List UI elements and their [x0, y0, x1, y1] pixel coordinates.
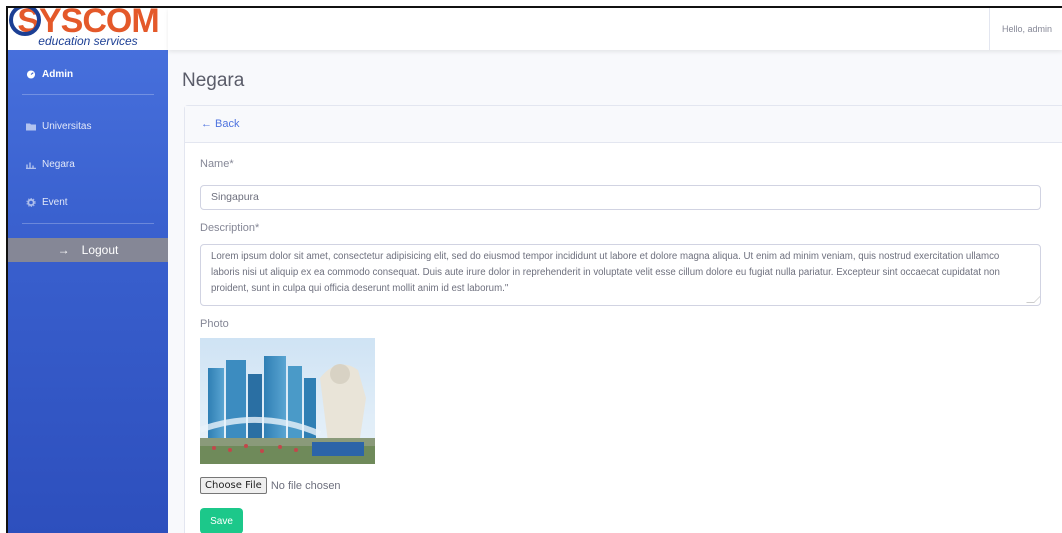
- sidebar-item-label: Admin: [42, 68, 74, 80]
- sidebar-item-event[interactable]: Event: [8, 183, 168, 221]
- save-button[interactable]: Save: [200, 508, 243, 533]
- user-greeting[interactable]: Hello, admin: [988, 8, 1062, 50]
- resize-handle-icon[interactable]: [1026, 295, 1040, 303]
- file-input[interactable]: Choose File No file chosen: [200, 477, 341, 494]
- sidebar-item-negara[interactable]: Negara: [8, 145, 168, 183]
- logout-label: Logout: [81, 243, 119, 257]
- sidebar-item-label: Negara: [42, 158, 75, 170]
- sidebar: SYSCOM education services Admin Universi…: [8, 8, 168, 533]
- app-frame: SYSCOM education services Admin Universi…: [6, 6, 1062, 533]
- name-input[interactable]: Singapura: [200, 185, 1041, 210]
- form-card: ← Back Name* Singapura Description* Lore…: [184, 105, 1062, 533]
- tachometer-icon: [26, 69, 36, 79]
- card-header: ← Back: [185, 106, 1062, 143]
- chart-icon: [26, 162, 36, 169]
- gear-icon: [26, 197, 36, 207]
- sidebar-item-universitas[interactable]: Universitas: [8, 107, 168, 145]
- description-label: Description*: [200, 222, 260, 234]
- brand-logo[interactable]: SYSCOM education services: [8, 8, 168, 50]
- sidebar-item-admin[interactable]: Admin: [8, 54, 168, 94]
- choose-file-button[interactable]: Choose File: [200, 477, 267, 494]
- main-content: Negara ← Back Name* Singapura Descriptio…: [168, 50, 1062, 533]
- logout-button[interactable]: → Logout: [8, 238, 168, 262]
- folder-icon: [26, 123, 36, 130]
- topbar: Hello, admin: [168, 8, 1062, 50]
- photo-label: Photo: [200, 318, 229, 330]
- merlion-photo: [200, 338, 375, 464]
- logo-wordmark: SYSCOM: [9, 8, 160, 38]
- sidebar-divider: [22, 223, 154, 224]
- arrow-right-icon: →: [57, 243, 70, 257]
- description-textarea[interactable]: Lorem ipsum dolor sit amet, consectetur …: [200, 244, 1041, 306]
- photo-preview: [200, 338, 375, 464]
- description-text: Lorem ipsum dolor sit amet, consectetur …: [211, 251, 1000, 294]
- sidebar-item-label: Event: [42, 196, 68, 208]
- back-link[interactable]: ← Back: [201, 118, 240, 130]
- sidebar-item-label: Universitas: [42, 120, 92, 132]
- page-title: Negara: [182, 70, 245, 91]
- name-label: Name*: [200, 158, 234, 170]
- file-status: No file chosen: [270, 479, 341, 492]
